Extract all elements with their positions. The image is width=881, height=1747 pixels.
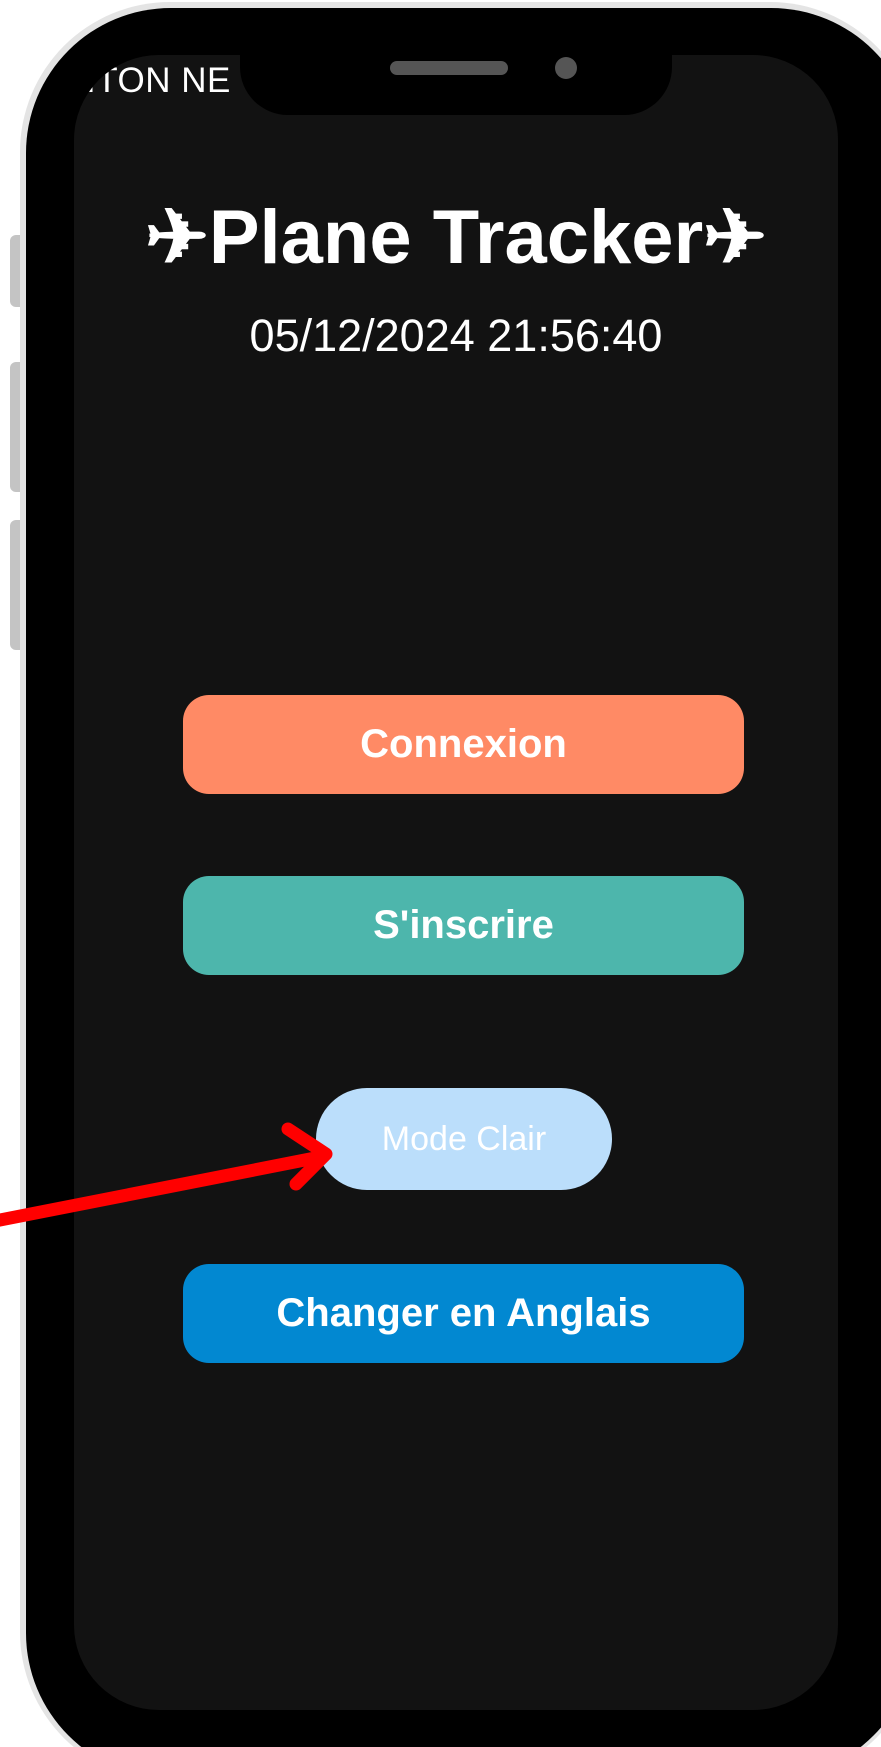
app-title: ✈Plane Tracker✈	[145, 195, 767, 280]
phone-screen: ITON NE ✈Plane Tracker✈ 05/12/2024 21:56…	[74, 55, 838, 1710]
theme-toggle-button[interactable]: Mode Clair	[316, 1088, 612, 1190]
phone-notch	[240, 55, 672, 115]
login-button[interactable]: Connexion	[183, 695, 744, 794]
language-switch-button[interactable]: Changer en Anglais	[183, 1264, 744, 1363]
screenshot-stage: ITON NE ✈Plane Tracker✈ 05/12/2024 21:56…	[0, 0, 881, 1747]
front-camera-icon	[555, 57, 577, 79]
signup-button[interactable]: S'inscrire	[183, 876, 744, 975]
status-bar-carrier: ITON NE	[86, 61, 231, 100]
current-datetime: 05/12/2024 21:56:40	[249, 310, 663, 361]
speaker-grille	[390, 61, 508, 75]
